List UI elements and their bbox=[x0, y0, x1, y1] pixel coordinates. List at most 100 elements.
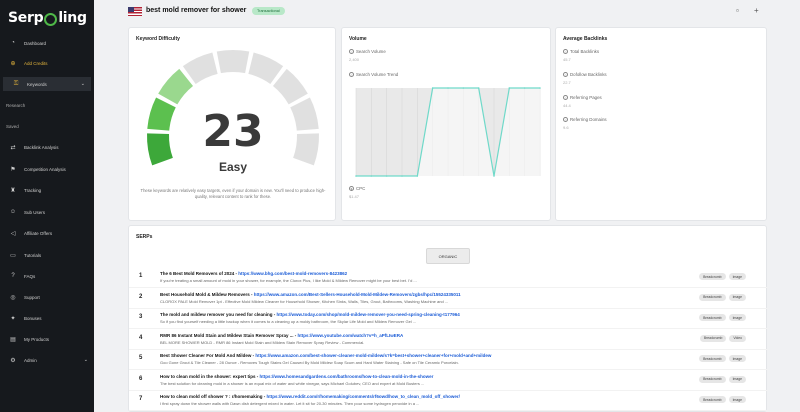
serp-snippet: If you're treating a small amount of mol… bbox=[160, 278, 417, 283]
sidebar-item-backlink-analysis[interactable]: ⇄ Backlink Analysis bbox=[0, 140, 94, 154]
admin-icon: ⚙ bbox=[10, 357, 16, 364]
serp-url-link[interactable]: https://www.amazon.com/Best-Sellers-Hous… bbox=[254, 292, 461, 297]
serp-feature-pill: Breadcrumb bbox=[699, 375, 726, 383]
search-volume-label: ○ Search Volume bbox=[349, 49, 386, 55]
serp-rank: 7 bbox=[139, 396, 143, 402]
search-volume-value: 2,400 bbox=[349, 57, 360, 62]
serp-features: Breadcrumb Image bbox=[699, 273, 746, 280]
serp-feature-pill: Image bbox=[728, 293, 746, 301]
serp-title: Best Household Mold & Mildew Removers - … bbox=[160, 292, 700, 297]
sidebar-section-saved[interactable]: Saved bbox=[6, 124, 19, 129]
sidebar-item-label: Add Credits bbox=[24, 60, 48, 66]
total-backlinks-value: 45.7 bbox=[563, 57, 571, 62]
serp-url-link[interactable]: https://www.reddit.com/r/homemaking/comm… bbox=[267, 394, 460, 399]
sidebar-section-research[interactable]: Research bbox=[6, 103, 25, 108]
logo[interactable]: Serp ling bbox=[8, 8, 87, 28]
difficulty-description: These keywords are relatively easy targe… bbox=[140, 188, 326, 199]
difficulty-score: 23 bbox=[202, 106, 264, 157]
serp-snippet: BEL MORE SHOWER MOLD - RMR 86 Instant Mo… bbox=[160, 339, 365, 345]
serp-url-link[interactable]: https://www.amazon.com/best-shower-clean… bbox=[255, 353, 491, 358]
sidebar-item-admin[interactable]: ⚙ Admin ⌄ bbox=[0, 353, 94, 367]
dofollow-backlinks-label: ○ Dofollow Backlinks bbox=[563, 72, 607, 78]
sidebar-item-sub-users[interactable]: ☺ Sub Users bbox=[0, 205, 94, 219]
trend-icon: ○ bbox=[349, 72, 354, 78]
sidebar-item-add-credits[interactable]: ⊕ Add Credits bbox=[0, 56, 94, 70]
products-icon: ▤ bbox=[10, 336, 16, 343]
sidebar-item-competition-analysis[interactable]: ⚑ Competition Analysis bbox=[0, 162, 94, 176]
cpc-label: $ CPC bbox=[349, 186, 366, 192]
serp-title-text: The mold and mildew remover you need for… bbox=[160, 312, 277, 317]
difficulty-label: Easy bbox=[218, 160, 248, 174]
gift-icon: ✦ bbox=[10, 315, 16, 322]
intent-badge: Transactional bbox=[252, 7, 285, 15]
sidebar-item-bonuses[interactable]: ✦ Bonuses bbox=[0, 311, 94, 325]
trend-point bbox=[370, 175, 373, 177]
table-row: 4 RMR 86 Instant Mold Stain and Mildew St… bbox=[129, 330, 768, 350]
serp-feature-pill: Image bbox=[728, 273, 746, 280]
header: best mold remover for shower Transaction… bbox=[94, 0, 800, 24]
sidebar-item-label: Support bbox=[24, 294, 40, 300]
trend-point bbox=[401, 175, 403, 177]
serp-url-link[interactable]: https://www.homesandgardens.com/bathroom… bbox=[260, 374, 434, 379]
serp-url-link[interactable]: https://www.today.com/shop/mold-mildew-r… bbox=[277, 312, 460, 317]
serp-snippet: Goo Gone Grout & Tile Cleaner - 28 Ounce… bbox=[160, 360, 459, 365]
serp-feature-pill: Breadcrumb bbox=[699, 293, 726, 301]
dashboard-icon: ◔ bbox=[11, 40, 15, 46]
serp-title: Best Shower Cleaner For Mold And Mildew … bbox=[160, 353, 700, 358]
sidebar-item-faqs[interactable]: ? FAQs bbox=[0, 269, 94, 283]
serp-snippet: I first spray down the shower walls with… bbox=[160, 401, 420, 406]
backlinks-title: Average Backlinks bbox=[563, 36, 608, 42]
tab-organic[interactable]: ORGANIC bbox=[426, 248, 470, 264]
bookmark-icon[interactable]: ▫ bbox=[736, 6, 739, 15]
sidebar-item-affiliate-offers[interactable]: ◁ Affiliate Offers bbox=[0, 226, 94, 240]
serp-features: Breadcrumb Image bbox=[699, 355, 746, 362]
serp-title: How to clean mold in the shower: expert … bbox=[160, 374, 700, 379]
serp-feature-pill: Image bbox=[728, 355, 746, 362]
sidebar-item-label: Competition Analysis bbox=[24, 166, 66, 172]
key-icon: ⚿ bbox=[13, 80, 19, 87]
referring-domains-value: 9.6 bbox=[563, 125, 569, 130]
trend-point bbox=[431, 87, 434, 89]
sidebar-item-label: My Products bbox=[24, 336, 50, 342]
serp-url-link[interactable]: https://www.youtube.com/watch?v=h_aPfLIw… bbox=[298, 333, 404, 338]
trend-point bbox=[462, 87, 465, 89]
sidebar-item-tracking[interactable]: ♜ Tracking bbox=[0, 183, 94, 197]
sidebar-item-dashboard[interactable]: ◔ Dashboard bbox=[0, 36, 94, 50]
serp-features: Breadcrumb Image bbox=[699, 375, 746, 383]
trend-label: ○ Search Volume Trend bbox=[349, 72, 399, 78]
sidebar-item-keywords[interactable]: ⚿ Keywords ⌄ bbox=[3, 77, 91, 91]
serp-url-link[interactable]: https://www.bhg.com/best-mold-removers-8… bbox=[238, 271, 347, 276]
chevron-down-icon: ⌄ bbox=[83, 357, 88, 363]
trend-point bbox=[355, 175, 357, 177]
plus-icon[interactable]: + bbox=[754, 6, 759, 15]
trend-point bbox=[416, 175, 419, 177]
sidebar-item-my-products[interactable]: ▤ My Products bbox=[0, 332, 94, 346]
serp-rank: 6 bbox=[139, 375, 143, 382]
trend-point bbox=[493, 175, 495, 177]
serp-title-text: Best Shower Cleaner For Mold And Mildew … bbox=[160, 353, 256, 358]
users-icon: ☺ bbox=[9, 209, 17, 215]
sidebar-item-label: Tracking bbox=[24, 187, 42, 193]
table-row: 1 The 6 Best Mold Removers of 2024 - http… bbox=[129, 268, 768, 288]
volume-trend-chart bbox=[355, 87, 541, 177]
serps-card: SERPs ORGANIC 1 The 6 Best Mold Removers … bbox=[128, 225, 768, 412]
serp-rank: 5 bbox=[139, 355, 143, 361]
page-title: best mold remover for shower bbox=[146, 7, 247, 14]
serp-title-text: RMR 86 Instant Mold Stain and Mildew Sta… bbox=[160, 332, 298, 338]
sidebar-item-tutorials[interactable]: ▭ Tutorials bbox=[0, 248, 94, 262]
serp-feature-pill: Breadcrumb bbox=[699, 334, 727, 342]
us-flag-icon bbox=[128, 7, 142, 16]
serp-feature-pill: Video bbox=[729, 334, 746, 342]
sidebar-item-support[interactable]: ◎ Support bbox=[0, 290, 94, 304]
table-row: 7 How to clean mold off shower ? : r/home… bbox=[129, 391, 768, 411]
domain-icon: ○ bbox=[563, 117, 568, 123]
serp-rank: 4 bbox=[139, 334, 143, 341]
serp-feature-pill: Image bbox=[728, 396, 746, 403]
serp-title-text: How to clean mold off shower ? : r/homem… bbox=[160, 394, 267, 399]
serp-rank: 1 bbox=[139, 273, 143, 279]
coin-icon: ⊕ bbox=[10, 60, 16, 67]
serp-rank: 3 bbox=[139, 314, 143, 320]
serp-title-text: Best Household Mold & Mildew Removers - bbox=[160, 291, 254, 297]
serp-features: Breadcrumb Video bbox=[699, 334, 746, 342]
cpc-value: $1.47 bbox=[349, 194, 360, 199]
